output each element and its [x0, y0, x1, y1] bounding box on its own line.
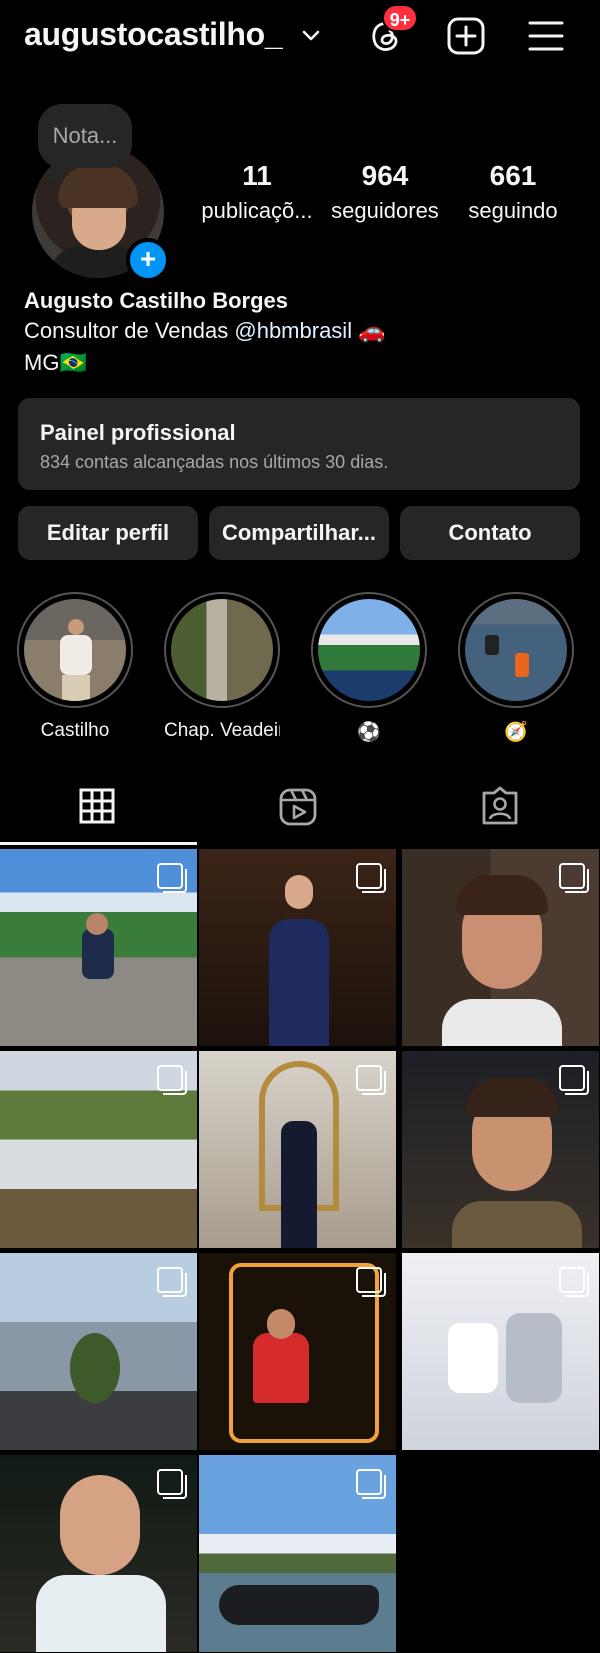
edit-profile-button[interactable]: Editar perfil: [18, 506, 198, 560]
highlight-ring: [164, 592, 280, 708]
contact-button[interactable]: Contato: [400, 506, 580, 560]
chevron-down-icon[interactable]: [300, 24, 322, 46]
username-switcher[interactable]: augustocastilho_: [24, 16, 283, 53]
tab-reels[interactable]: [200, 778, 400, 844]
post-thumbnail[interactable]: [0, 1455, 197, 1652]
highlight-chapada[interactable]: Chap. Veadeir...: [164, 592, 280, 742]
note-bubble[interactable]: Nota...: [38, 104, 132, 168]
highlight-ring: [17, 592, 133, 708]
carousel-icon: [157, 1267, 187, 1297]
create-post-icon[interactable]: [446, 16, 486, 56]
highlight-cover: [171, 599, 273, 701]
highlight-cover: [318, 599, 420, 701]
posts-count-label: publicaçõ...: [201, 198, 313, 223]
following-count[interactable]: 661 seguindo: [448, 160, 578, 224]
active-tab-indicator: [0, 842, 197, 845]
post-thumbnail[interactable]: [0, 849, 197, 1046]
highlight-label: 🧭: [504, 722, 528, 743]
highlight-label: ⚽: [357, 722, 381, 743]
post-thumbnail[interactable]: [199, 1253, 396, 1450]
post-thumbnail[interactable]: [0, 1051, 197, 1248]
dashboard-subtitle: 834 contas alcançadas nos últimos 30 dia…: [40, 452, 389, 472]
carousel-icon: [356, 1267, 386, 1297]
reels-icon: [279, 788, 317, 826]
followers-count[interactable]: 964 seguidores: [320, 160, 450, 224]
highlight-cover: [24, 599, 126, 701]
followers-count-label: seguidores: [331, 198, 439, 223]
posts-count[interactable]: 11 publicaçõ...: [192, 160, 322, 224]
highlight-ring: [458, 592, 574, 708]
tab-tagged[interactable]: [400, 778, 600, 844]
following-count-label: seguindo: [468, 198, 558, 223]
carousel-icon: [559, 863, 589, 893]
post-thumbnail[interactable]: [402, 1051, 599, 1248]
bio-emoji: 🚗: [358, 318, 386, 343]
followers-count-value: 964: [361, 160, 409, 191]
highlight-label: Chap. Veadeir...: [164, 720, 280, 741]
bio-line-1: Consultor de Vendas @hbmbrasil 🚗: [24, 318, 386, 344]
grid-icon: [79, 788, 115, 824]
notification-badge: 9+: [382, 4, 418, 32]
highlight-compass[interactable]: 🧭: [458, 592, 574, 744]
carousel-icon: [157, 1469, 187, 1499]
note-bubble-tail: [48, 168, 62, 182]
share-profile-button[interactable]: Compartilhar...: [209, 506, 389, 560]
bio-line-2: MG🇧🇷: [24, 350, 87, 375]
carousel-icon: [356, 1469, 386, 1499]
following-count-value: 661: [489, 160, 537, 191]
menu-icon[interactable]: [526, 18, 566, 54]
tab-posts-grid[interactable]: [0, 778, 200, 844]
posts-count-value: 11: [242, 160, 272, 191]
post-thumbnail[interactable]: [199, 1051, 396, 1248]
highlight-cover: [465, 599, 567, 701]
add-story-button[interactable]: +: [126, 238, 170, 282]
carousel-icon: [356, 863, 386, 893]
highlight-football[interactable]: ⚽: [311, 592, 427, 744]
carousel-icon: [157, 863, 187, 893]
post-thumbnail[interactable]: [402, 1253, 599, 1450]
post-thumbnail[interactable]: [199, 849, 396, 1046]
highlight-ring: [311, 592, 427, 708]
carousel-icon: [559, 1065, 589, 1095]
post-thumbnail[interactable]: [402, 849, 599, 1046]
tagged-icon: [482, 786, 518, 825]
carousel-icon: [559, 1267, 589, 1297]
post-thumbnail[interactable]: [199, 1455, 396, 1652]
highlight-label: Castilho: [40, 720, 110, 741]
carousel-icon: [157, 1065, 187, 1095]
highlight-castilho[interactable]: Castilho: [17, 592, 133, 742]
bio-mention-link[interactable]: @hbmbrasil: [234, 318, 352, 343]
full-name: Augusto Castilho Borges: [24, 288, 289, 313]
bio-text: Consultor de Vendas: [24, 318, 235, 343]
post-thumbnail[interactable]: [0, 1253, 197, 1450]
dashboard-title: Painel profissional: [40, 420, 236, 445]
professional-dashboard[interactable]: Painel profissional 834 contas alcançada…: [18, 398, 580, 490]
carousel-icon: [356, 1065, 386, 1095]
